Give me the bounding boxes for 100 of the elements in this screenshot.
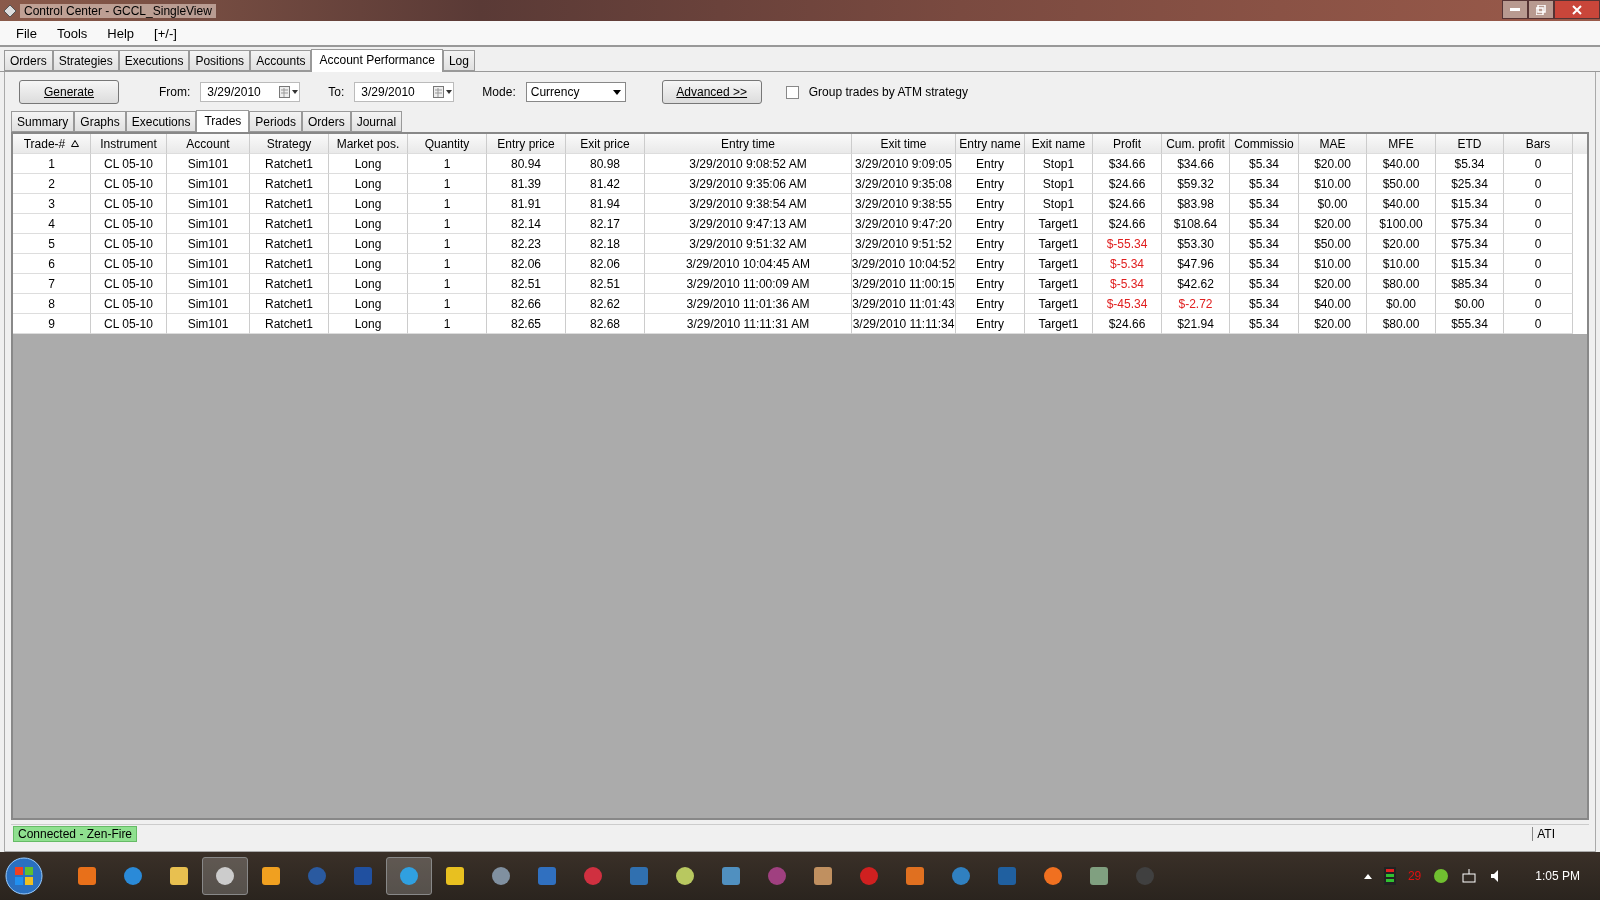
- app-icon: [215, 866, 235, 886]
- table-cell: $20.00: [1299, 314, 1367, 334]
- header-label: Quantity: [424, 136, 470, 151]
- header-label: Exit time: [880, 136, 927, 151]
- table-cell: 3/29/2010 11:11:31 AM: [645, 314, 852, 334]
- restore-icon: [1536, 4, 1546, 15]
- app-icon: [767, 866, 787, 886]
- app-icon: [997, 866, 1017, 886]
- header-label: ETD: [1457, 136, 1482, 151]
- app-icon: [859, 866, 879, 886]
- menu-item[interactable]: Help: [97, 25, 145, 41]
- tab[interactable]: Executions: [118, 50, 190, 71]
- mode-dropdown[interactable]: Currency: [525, 82, 626, 102]
- table-cell: 82.68: [566, 314, 645, 334]
- app-icon: [1135, 866, 1155, 886]
- menu-item[interactable]: [+/-]: [144, 25, 187, 41]
- network-icon[interactable]: [1461, 868, 1478, 884]
- tab[interactable]: Graphs: [74, 111, 126, 132]
- table-cell: 0: [1504, 314, 1573, 334]
- table-cell: $24.66: [1093, 314, 1162, 334]
- header-label: Cum. profit: [1166, 136, 1225, 151]
- header-label: Account: [186, 136, 230, 151]
- header-label: MAE: [1319, 136, 1346, 151]
- header-label: Bars: [1525, 136, 1551, 151]
- app-icon: [905, 866, 925, 886]
- app-icon: [537, 866, 557, 886]
- app-icon: [1043, 866, 1063, 886]
- minimize-icon: [1510, 7, 1520, 12]
- table-cell: 3/29/2010 11:11:34: [852, 314, 956, 334]
- tab[interactable]: Trades: [196, 110, 250, 133]
- app-icon: [721, 866, 741, 886]
- menu-item[interactable]: Tools: [46, 25, 98, 41]
- clock: 1:05 PM: [1535, 869, 1580, 883]
- table-cell: 9: [13, 314, 91, 334]
- app-icon: [629, 866, 649, 886]
- table-cell: $55.34: [1436, 314, 1504, 334]
- caret-icon: [612, 89, 621, 95]
- tab[interactable]: Journal: [350, 111, 403, 132]
- header-label: Entry time: [721, 136, 775, 151]
- table-cell: Ratchet1: [250, 314, 329, 334]
- mode-label: Mode:: [482, 85, 516, 99]
- app-icon: [353, 866, 373, 886]
- calendar-icon[interactable]: [279, 86, 300, 98]
- date-field[interactable]: 3/29/2010: [200, 82, 301, 102]
- taskbar-button[interactable]: [202, 857, 248, 895]
- start-button[interactable]: [4, 856, 44, 896]
- table-cell: $80.00: [1367, 314, 1436, 334]
- tab[interactable]: Orders: [4, 50, 53, 71]
- app-icon: [307, 866, 327, 886]
- tab[interactable]: Periods: [249, 111, 302, 132]
- table-cell: 82.65: [487, 314, 566, 334]
- checkbox[interactable]: [785, 85, 799, 99]
- close-button[interactable]: [1554, 0, 1600, 19]
- app-icon: [491, 866, 511, 886]
- table-cell: CL 05-10: [91, 314, 167, 334]
- calendar-icon[interactable]: [433, 86, 454, 98]
- tab[interactable]: Log: [442, 50, 475, 71]
- menu-item[interactable]: File: [6, 25, 47, 41]
- header-label: Exit name: [1031, 136, 1086, 151]
- app-icon: [4, 4, 16, 17]
- to-label: To:: [328, 85, 345, 99]
- window-title: Control Center - GCCL_SingleView: [20, 3, 216, 18]
- header-label: Strategy: [266, 136, 312, 151]
- expand-tray-icon[interactable]: [1363, 873, 1372, 879]
- app-icon: [951, 866, 971, 886]
- app-icon: [445, 866, 465, 886]
- tab[interactable]: Strategies: [52, 50, 119, 71]
- table-cell: Entry: [956, 314, 1025, 334]
- table-cell: $5.34: [1230, 314, 1299, 334]
- header-label: MFE: [1388, 136, 1414, 151]
- tab[interactable]: Accounts: [250, 50, 312, 71]
- header-label: Instrument: [100, 136, 157, 151]
- table-cell: Long: [329, 314, 408, 334]
- table-cell: 1: [408, 314, 487, 334]
- tab[interactable]: Orders: [302, 111, 351, 132]
- app-icon: [813, 866, 833, 886]
- minimize-button[interactable]: [1502, 0, 1528, 19]
- restore-button[interactable]: [1528, 0, 1554, 19]
- header-label: Trade-#: [23, 136, 66, 151]
- header-label: Commissio: [1234, 136, 1294, 151]
- app-icon: [675, 866, 695, 886]
- tab[interactable]: Account Performance: [311, 49, 443, 72]
- tab[interactable]: Summary: [11, 111, 75, 132]
- app-icon: [1089, 866, 1109, 886]
- tray-count: 29: [1407, 869, 1422, 883]
- tab[interactable]: Executions: [125, 111, 197, 132]
- date-field[interactable]: 3/29/2010: [354, 82, 455, 102]
- header-label: Market pos.: [336, 136, 400, 151]
- close-icon: [1572, 4, 1582, 15]
- meter-icon: [1383, 867, 1396, 885]
- advanced-button[interactable]: Advanced >>: [661, 80, 762, 104]
- from-label: From:: [159, 85, 191, 99]
- header-label: Exit price: [580, 136, 630, 151]
- status-text: ATI: [1532, 827, 1555, 841]
- header-label: Profit: [1113, 136, 1141, 151]
- table-cell: Sim101: [167, 314, 250, 334]
- tab[interactable]: Positions: [189, 50, 251, 71]
- header-label: Entry price: [497, 136, 555, 151]
- generate-button[interactable]: Generate: [19, 80, 119, 104]
- checkbox-label: Group trades by ATM strategy: [808, 85, 968, 99]
